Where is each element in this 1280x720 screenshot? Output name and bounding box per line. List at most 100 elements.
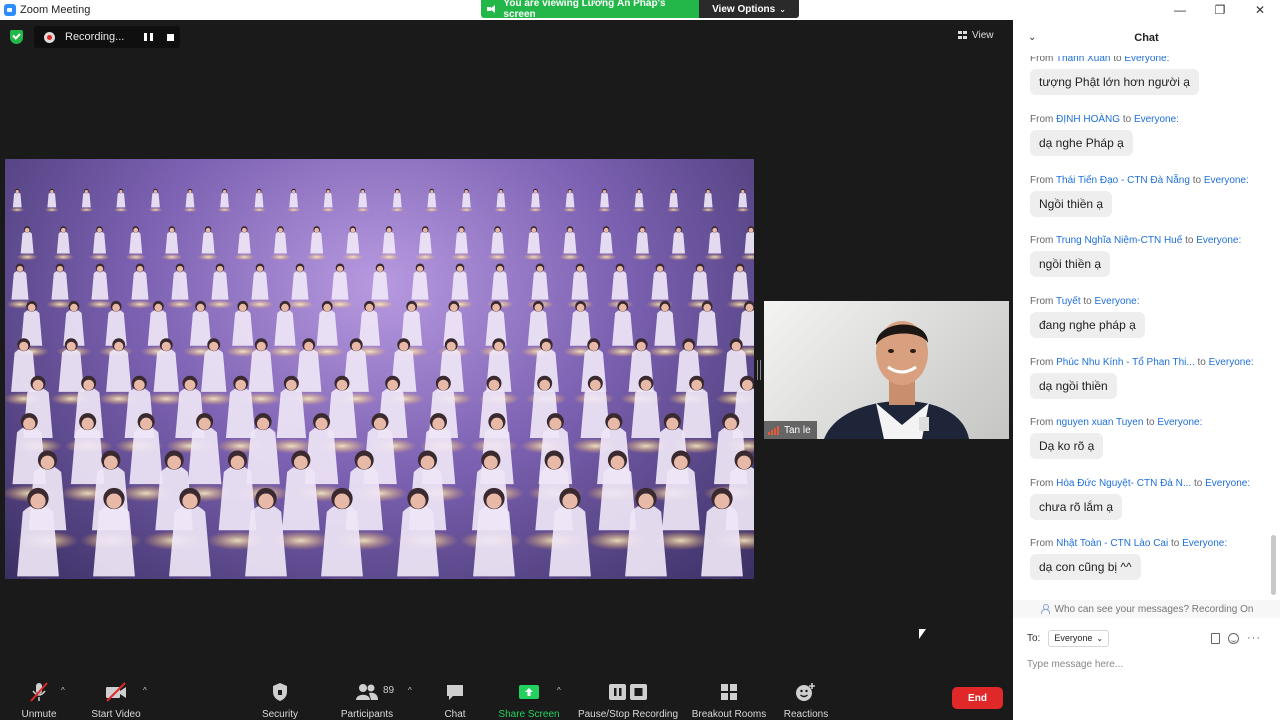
- share-options-chevron-icon[interactable]: ^: [557, 686, 561, 695]
- recipient-select[interactable]: Everyone ⌄: [1048, 629, 1110, 647]
- chat-sender[interactable]: Tuyết: [1056, 296, 1081, 307]
- chat-recipient: Everyone:: [1208, 357, 1254, 368]
- chat-title: Chat: [1134, 32, 1159, 44]
- chat-sender[interactable]: Thái Tiến Đạo - CTN Đà Nẵng: [1056, 175, 1190, 186]
- reactions-label: Reactions: [783, 709, 829, 720]
- breakout-rooms-button[interactable]: Breakout Rooms: [690, 672, 768, 720]
- viewing-screen-indicator: You are viewing Lương Ấn Pháp's screen: [481, 0, 699, 18]
- chat-recipient: Everyone:: [1124, 56, 1170, 64]
- share-screen-label: Share Screen: [498, 709, 560, 720]
- unmute-button[interactable]: Unmute: [16, 672, 62, 720]
- participant-video-image: [824, 321, 969, 439]
- from-word: From: [1030, 538, 1054, 549]
- minimize-icon[interactable]: —: [1160, 0, 1200, 20]
- video-off-icon: [104, 680, 128, 703]
- chevron-down-icon: ⌄: [779, 4, 786, 14]
- meeting-area: Recording... View Tan le: [0, 20, 1013, 720]
- to-word: to: [1171, 538, 1180, 549]
- chat-tools: ···: [1211, 629, 1261, 647]
- to-word: to: [1193, 478, 1203, 489]
- chat-sender[interactable]: ĐỊNH HOÀNG: [1056, 114, 1120, 125]
- to-word: to: [1197, 357, 1206, 368]
- chat-recipient: Everyone:: [1196, 235, 1242, 246]
- chat-sender[interactable]: Trung Nghĩa Niệm-CTN Huế: [1056, 235, 1182, 246]
- chat-sender[interactable]: Phúc Nhu Kính - Tổ Phan Thi...: [1056, 357, 1195, 368]
- resize-handle[interactable]: [757, 360, 761, 380]
- chat-sender[interactable]: nguyen xuan Tuyen: [1056, 417, 1143, 428]
- reactions-button[interactable]: Reactions: [780, 672, 832, 720]
- from-word: From: [1030, 417, 1054, 428]
- grid-view-icon: [958, 31, 967, 39]
- audio-options-chevron-icon[interactable]: ^: [61, 686, 65, 695]
- chat-message: From ĐỊNH HOÀNG to Everyone: dạ nghe Pháp…: [1030, 114, 1179, 156]
- chat-message-header: From Nhật Toàn - CTN Lào Cai to Everyone…: [1030, 538, 1227, 549]
- chat-recipient: Everyone:: [1182, 538, 1228, 549]
- chat-message-bubble: tượng Phật lớn hơn người ạ: [1030, 69, 1199, 95]
- stop-recording-icon[interactable]: [167, 33, 174, 41]
- participants-label: Participants: [340, 709, 394, 720]
- pause-stop-recording-button[interactable]: Pause/Stop Recording: [577, 672, 679, 720]
- chat-bubble-icon: [445, 680, 465, 703]
- chat-message: From Nhật Toàn - CTN Lào Cai to Everyone…: [1030, 538, 1227, 580]
- chat-recipient: Everyone:: [1157, 417, 1203, 428]
- chat-message-header: From Phúc Nhu Kính - Tổ Phan Thi... to E…: [1030, 357, 1254, 368]
- chat-sender[interactable]: Nhật Toàn - CTN Lào Cai: [1056, 538, 1168, 549]
- chat-message-bubble: ngồi thiền ạ: [1030, 251, 1111, 277]
- pause-recording-icon[interactable]: [144, 33, 153, 41]
- share-screen-button[interactable]: Share Screen: [497, 672, 561, 720]
- chat-message-bubble: dạ con cũng bị ^^: [1030, 554, 1141, 580]
- breakout-rooms-icon: [719, 680, 739, 703]
- view-options-button[interactable]: View Options ⌄: [699, 0, 799, 18]
- encryption-shield-icon[interactable]: [10, 30, 23, 44]
- view-button[interactable]: View: [958, 26, 994, 44]
- file-icon[interactable]: [1211, 632, 1220, 644]
- participant-video-tile[interactable]: Tan le: [764, 301, 1009, 439]
- network-signal-icon: [768, 425, 780, 435]
- ceremony-image: [5, 188, 754, 579]
- chat-message-header: From Thái Tiến Đạo - CTN Đà Nẵng to Ever…: [1030, 175, 1249, 186]
- chat-panel: ⌄ Chat From Thanh Xuân to Everyone: tượng…: [1013, 20, 1280, 720]
- pause-stop-recording-icon: [608, 680, 648, 703]
- from-word: From: [1030, 235, 1054, 246]
- video-options-chevron-icon[interactable]: ^: [143, 686, 147, 695]
- chat-message: From Hòa Đức Nguyệt- CTN Đà N... to Ever…: [1030, 478, 1250, 520]
- security-button[interactable]: Security: [258, 672, 302, 720]
- privacy-notice[interactable]: Who can see your messages? Recording On: [1013, 600, 1280, 618]
- window-title: Zoom Meeting: [20, 4, 91, 16]
- participants-button[interactable]: Participants: [338, 672, 396, 720]
- start-video-button[interactable]: Start Video: [88, 672, 144, 720]
- chat-message-header: From nguyen xuan Tuyen to Everyone:: [1030, 417, 1202, 428]
- shared-screen-content: [5, 159, 754, 579]
- maximize-icon[interactable]: ❐: [1200, 0, 1240, 20]
- chat-message-list[interactable]: From Thanh Xuân to Everyone: tượng Phật l…: [1013, 56, 1271, 604]
- chat-message-bubble: Dạ ko rõ ạ: [1030, 433, 1104, 459]
- chat-scrollbar-thumb[interactable]: [1271, 535, 1276, 595]
- meeting-toolbar: Unmute ^ Start Video ^ Security Particip…: [0, 672, 1013, 720]
- chat-recipient: Everyone:: [1133, 114, 1179, 125]
- chat-header: ⌄ Chat: [1013, 20, 1280, 56]
- participants-options-chevron-icon[interactable]: ^: [408, 686, 412, 695]
- window-controls: — ❐ ✕: [1160, 0, 1280, 20]
- participant-name: Tan le: [784, 424, 811, 436]
- from-word: From: [1030, 175, 1054, 186]
- chat-message-bubble: dạ ngồi thiền: [1030, 373, 1117, 399]
- participant-name-tag: Tan le: [764, 421, 817, 439]
- recording-label: Recording...: [65, 31, 125, 43]
- emoji-icon[interactable]: [1228, 632, 1239, 644]
- chat-message-header: From ĐỊNH HOÀNG to Everyone:: [1030, 114, 1179, 125]
- collapse-chevron-icon[interactable]: ⌄: [1028, 32, 1036, 43]
- chat-scrollbar[interactable]: [1271, 60, 1276, 600]
- close-icon[interactable]: ✕: [1240, 0, 1280, 20]
- unmute-label: Unmute: [21, 709, 57, 720]
- chat-button[interactable]: Chat: [438, 672, 472, 720]
- chat-sender[interactable]: Hòa Đức Nguyệt- CTN Đà N...: [1056, 478, 1191, 489]
- end-meeting-button[interactable]: End: [952, 687, 1003, 709]
- chat-sender[interactable]: Thanh Xuân: [1056, 56, 1111, 64]
- more-options-icon[interactable]: ···: [1247, 632, 1261, 644]
- from-word: From: [1030, 56, 1054, 64]
- muted-microphone-icon: [28, 680, 50, 703]
- viewing-screen-text: You are viewing Lương Ấn Pháp's screen: [503, 0, 666, 18]
- recipient-value: Everyone: [1054, 633, 1093, 643]
- participants-count: 89: [383, 685, 395, 696]
- message-input[interactable]: [1027, 654, 1267, 674]
